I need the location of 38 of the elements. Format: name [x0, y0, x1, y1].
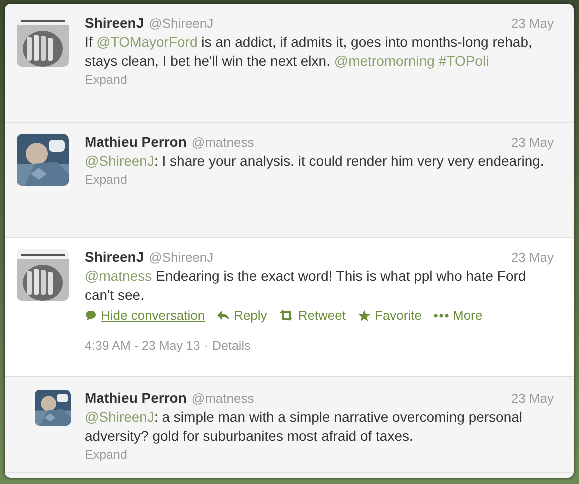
- speech-bubble-icon: [85, 310, 97, 321]
- user-name[interactable]: ShireenJ: [85, 249, 144, 265]
- expand-link[interactable]: Expand: [85, 173, 128, 187]
- tweet-date[interactable]: 23 May: [511, 16, 554, 31]
- action-link[interactable]: Favorite: [375, 308, 422, 323]
- tweet-text: If @TOMayorFord is an addict, if admits it, goes into months-long rehab, stays clean, I bet he'll win the next elxn. @metromorning #TOPoli: [85, 33, 534, 71]
- retweet-icon: [279, 310, 294, 321]
- star-icon: [358, 310, 372, 322]
- user-handle[interactable]: @matness: [192, 391, 254, 406]
- separator-dot: ·: [204, 339, 209, 353]
- tweet-link[interactable]: @ShireenJ: [85, 153, 154, 169]
- tweet-link[interactable]: @metromorning: [334, 53, 435, 69]
- tweet-date[interactable]: 23 May: [511, 250, 554, 265]
- reply-icon: [217, 310, 230, 321]
- details-link[interactable]: Details: [212, 339, 251, 353]
- action-link[interactable]: Hide conversation: [101, 308, 206, 323]
- expand-link[interactable]: Expand: [85, 73, 128, 87]
- tweet-link[interactable]: #TOPoli: [438, 53, 490, 69]
- user-handle[interactable]: @ShireenJ: [149, 250, 214, 265]
- tweet-text: @matness Endearing is the exact word! This is what ppl who hate Ford can't see.: [85, 267, 528, 305]
- action-link[interactable]: More: [452, 308, 483, 323]
- tweet-text: @ShireenJ: a simple man with a simple narrative overcoming personal adversity? gold for suburbanites most afraid of taxes.: [85, 408, 524, 446]
- action-link[interactable]: Reply: [234, 308, 268, 323]
- expand-link[interactable]: Expand: [85, 448, 128, 462]
- more-dots-icon: [434, 314, 449, 318]
- user-handle[interactable]: @matness: [192, 135, 254, 150]
- tweet-timestamp: 4:39 AM - 23 May 13: [85, 339, 200, 353]
- tweet-text: @ShireenJ: I share your analysis. it could render him very very endearing.: [85, 152, 545, 171]
- tweet-date[interactable]: 23 May: [511, 135, 554, 150]
- tweet-link[interactable]: @matness: [85, 268, 152, 284]
- user-handle[interactable]: @ShireenJ: [149, 16, 214, 31]
- user-name[interactable]: Mathieu Perron: [85, 134, 187, 150]
- user-name[interactable]: ShireenJ: [85, 15, 144, 31]
- tweet-date[interactable]: 23 May: [511, 391, 554, 406]
- tweet-link[interactable]: @TOMayorFord: [96, 34, 198, 50]
- user-name[interactable]: Mathieu Perron: [85, 390, 187, 406]
- tweet-link[interactable]: @ShireenJ: [85, 409, 154, 425]
- action-link[interactable]: Retweet: [298, 308, 346, 323]
